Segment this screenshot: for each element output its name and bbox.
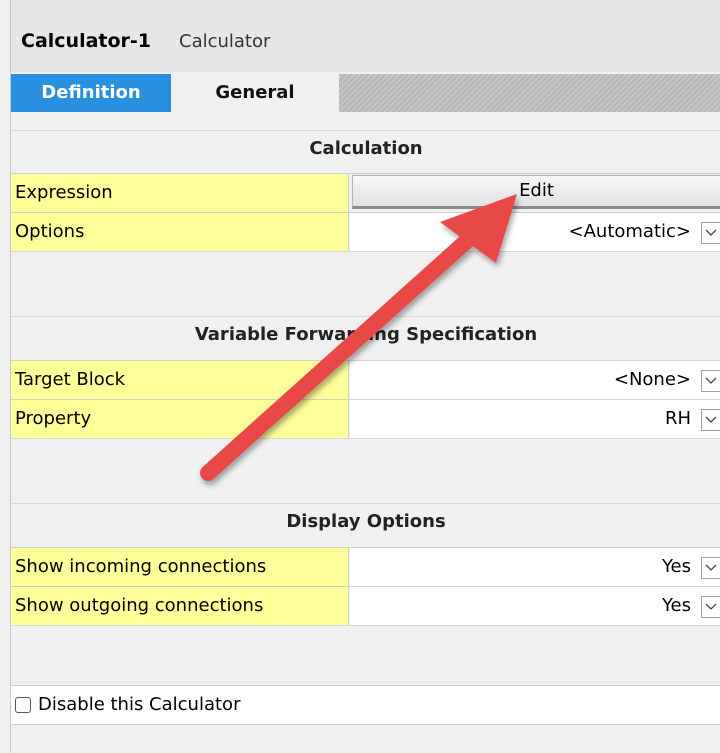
spacer <box>11 251 720 312</box>
property-label: Property <box>11 400 349 438</box>
edit-expression-button[interactable]: Edit <box>352 175 720 209</box>
show-outgoing-label: Show outgoing connections <box>11 587 349 625</box>
section-forwarding-title: Variable Forwarding Specification <box>11 316 720 353</box>
chevron-down-icon[interactable] <box>701 409 720 431</box>
show-incoming-value: Yes <box>661 556 691 577</box>
show-incoming-label: Show incoming connections <box>11 548 349 586</box>
chevron-down-icon[interactable] <box>701 222 720 244</box>
block-type: Calculator <box>179 31 271 52</box>
target-block-label: Target Block <box>11 361 349 399</box>
target-block-value: <None> <box>613 369 691 390</box>
properties-panel: Calculator-1 Calculator Definition Gener… <box>10 0 720 753</box>
show-outgoing-select[interactable]: Yes <box>350 587 720 625</box>
tab-general[interactable]: General <box>171 74 339 112</box>
tab-bar: Definition General <box>11 74 720 112</box>
show-outgoing-value: Yes <box>661 595 691 616</box>
property-select[interactable]: RH <box>350 400 720 438</box>
chevron-down-icon[interactable] <box>701 557 720 579</box>
disable-checkbox[interactable] <box>15 697 31 713</box>
disable-row: Disable this Calculator <box>11 685 720 725</box>
row-property: Property RH <box>11 399 720 438</box>
block-name: Calculator-1 <box>21 30 152 52</box>
spacer <box>11 438 720 499</box>
chevron-down-icon[interactable] <box>701 370 720 392</box>
options-label: Options <box>11 213 349 251</box>
options-select[interactable]: <Automatic> <box>350 213 720 251</box>
row-show-incoming: Show incoming connections Yes <box>11 547 720 586</box>
panel-header: Calculator-1 Calculator <box>11 0 720 72</box>
disable-label[interactable]: Disable this Calculator <box>38 686 240 724</box>
section-calculation-title: Calculation <box>11 130 720 167</box>
row-target-block: Target Block <None> <box>11 360 720 399</box>
row-expression: Expression Edit <box>11 173 720 212</box>
spacer <box>11 625 720 684</box>
expression-label: Expression <box>11 174 349 212</box>
target-block-select[interactable]: <None> <box>350 361 720 399</box>
chevron-down-icon[interactable] <box>701 596 720 618</box>
row-show-outgoing: Show outgoing connections Yes <box>11 586 720 625</box>
row-options: Options <Automatic> <box>11 212 720 251</box>
options-value: <Automatic> <box>568 221 691 242</box>
section-display-title: Display Options <box>11 503 720 540</box>
property-value: RH <box>664 408 691 429</box>
tab-definition[interactable]: Definition <box>11 74 171 112</box>
show-incoming-select[interactable]: Yes <box>350 548 720 586</box>
